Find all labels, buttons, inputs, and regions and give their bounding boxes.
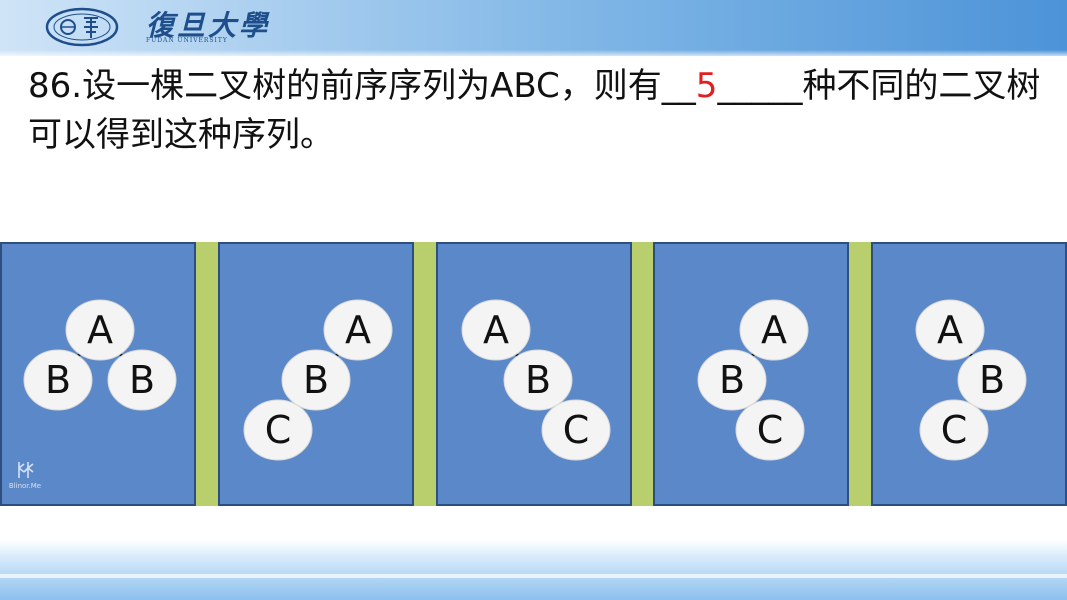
- tree-node-label: B: [129, 358, 155, 402]
- tree-node-a: A: [323, 299, 393, 361]
- university-name-en: FUDAN UNIVERSITY: [146, 37, 228, 44]
- tree-node-b: B: [957, 349, 1027, 411]
- tree-node-label: A: [345, 308, 371, 352]
- footer-band: [0, 540, 1067, 600]
- tree-5: ABC: [915, 299, 1027, 461]
- tree-node-label: B: [303, 358, 329, 402]
- watermark: Blinor.Me: [8, 460, 42, 500]
- tree-node-label: A: [937, 308, 963, 352]
- tree-node-b: B: [503, 349, 573, 411]
- tree-panel-4: ABC: [653, 242, 849, 506]
- tree-3: ABC: [461, 299, 611, 461]
- tree-node-label: C: [265, 408, 292, 452]
- answer-value: 5: [695, 66, 718, 106]
- tree-node-label: B: [719, 358, 745, 402]
- tree-node-b: B: [107, 349, 177, 411]
- tree-node-c: C: [541, 399, 611, 461]
- tree-node-a: A: [461, 299, 531, 361]
- tree-node-c: C: [243, 399, 313, 461]
- tree-node-b: B: [697, 349, 767, 411]
- tree-node-label: C: [563, 408, 590, 452]
- tree-node-label: A: [483, 308, 509, 352]
- tree-4: ABC: [697, 299, 809, 461]
- tree-node-c: C: [919, 399, 989, 461]
- tree-node-b: B: [281, 349, 351, 411]
- header-band: 復旦大學 FUDAN UNIVERSITY: [0, 0, 1067, 56]
- watermark-text: Blinor.Me: [8, 482, 42, 490]
- tree-node-label: A: [87, 308, 113, 352]
- tree-node-label: C: [757, 408, 784, 452]
- tree-node-a: A: [915, 299, 985, 361]
- tree-panel-3: ABC: [436, 242, 632, 506]
- tree-node-label: A: [761, 308, 787, 352]
- tree-node-a: A: [739, 299, 809, 361]
- tree-node-b: B: [23, 349, 93, 411]
- tree-node-c: C: [735, 399, 805, 461]
- question-text: 86.设一棵二叉树的前序序列为ABC，则有__5_____种不同的二叉树可以得到…: [28, 62, 1058, 160]
- tree-node-label: C: [941, 408, 968, 452]
- tree-node-label: B: [979, 358, 1005, 402]
- tree-2: ABC: [243, 299, 393, 461]
- binary-tree-diagram: ABBABCABCABCABC Blinor.Me: [0, 242, 1067, 506]
- watermark-icon: [18, 462, 34, 478]
- tree-node-label: B: [45, 358, 71, 402]
- tree-node-a: A: [65, 299, 135, 361]
- tree-panel-5: ABC: [871, 242, 1067, 506]
- tree-node-label: B: [525, 358, 551, 402]
- question-prefix: 86.设一棵二叉树的前序序列为ABC，则有__: [28, 66, 696, 106]
- fudan-logo-icon: [45, 7, 119, 47]
- university-wordmark: 復旦大學 FUDAN UNIVERSITY: [146, 4, 276, 48]
- tree-panel-2: ABC: [218, 242, 414, 506]
